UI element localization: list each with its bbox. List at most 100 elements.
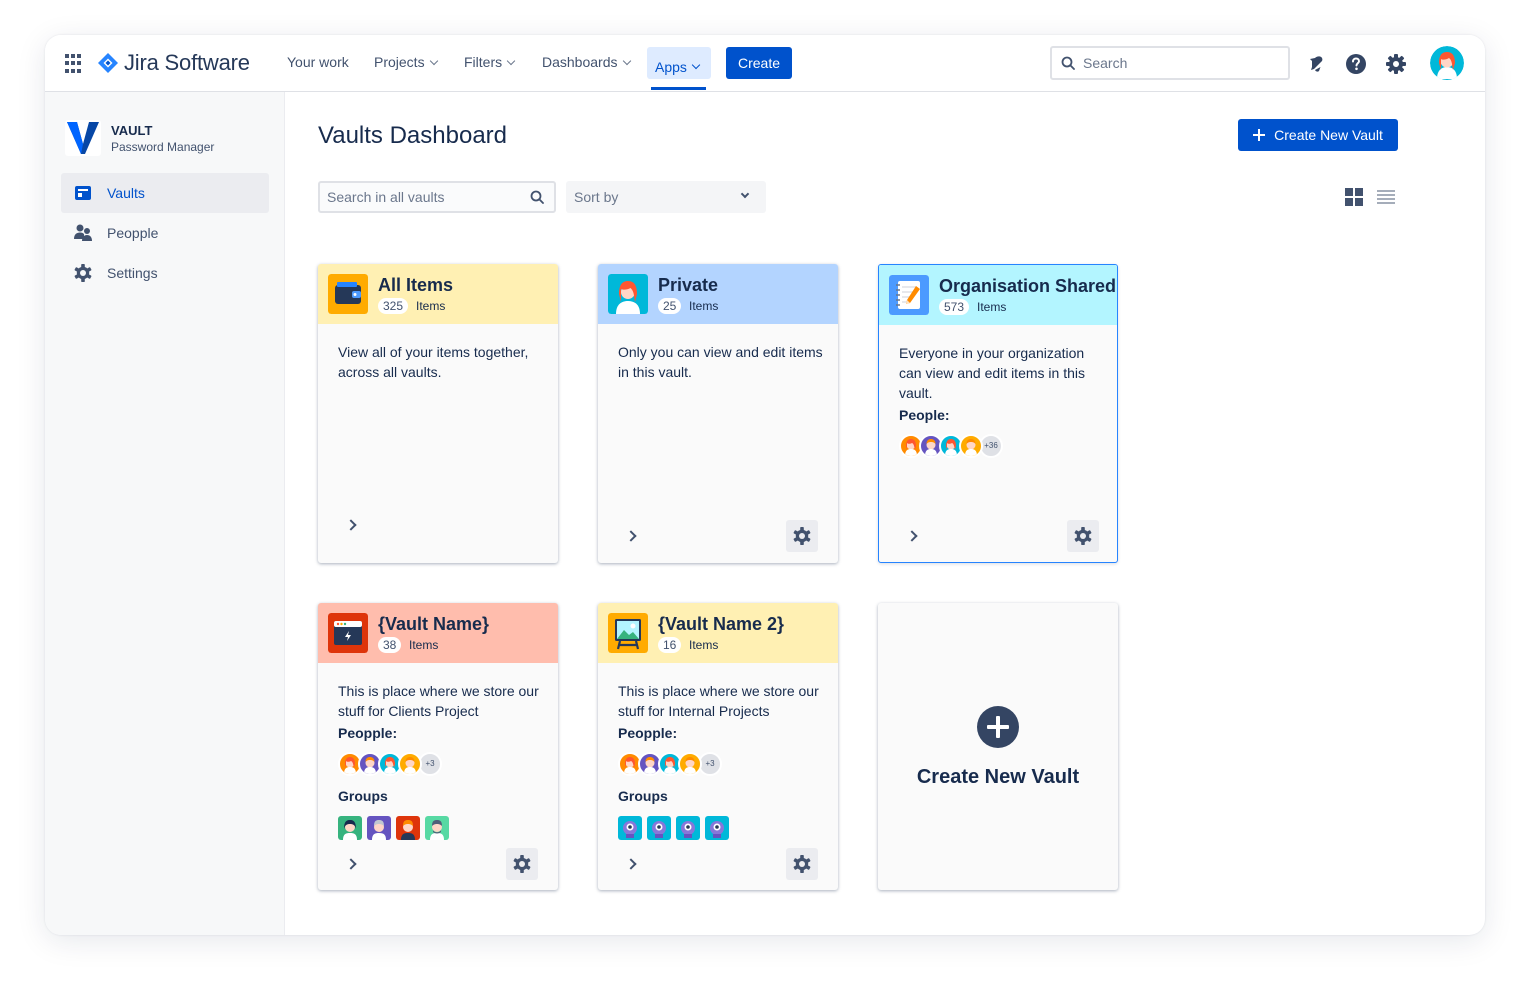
items-label: Items: [689, 638, 719, 652]
vault-search-input[interactable]: Search in all vaults: [318, 181, 556, 213]
item-count-badge: 573: [939, 299, 970, 315]
vault-settings-button[interactable]: [506, 848, 538, 880]
help-icon[interactable]: [1345, 53, 1367, 75]
create-new-vault-button[interactable]: Create New Vault: [1238, 119, 1398, 151]
card-description: This is place where we store our stuff f…: [618, 683, 819, 719]
gear-icon: [793, 855, 811, 873]
app-window: Jira Software Your work Projects Filters…: [45, 35, 1485, 935]
nav-your-work[interactable]: Your work: [287, 54, 349, 70]
card-title: Organisation Shared: [939, 276, 1117, 296]
chevron-down-icon: [691, 60, 701, 70]
user-avatar[interactable]: [1430, 46, 1464, 80]
app-title: VAULT: [111, 123, 153, 138]
grid-view-icon[interactable]: [1345, 188, 1363, 206]
create-button[interactable]: Create: [726, 47, 792, 79]
chevron-down-icon: [429, 56, 438, 65]
card-title: All Items: [378, 275, 454, 295]
jira-diamond-icon: [98, 53, 118, 73]
active-tab-indicator: [651, 87, 706, 90]
nav-apps[interactable]: Apps: [647, 47, 711, 79]
person-avatar: [959, 434, 983, 458]
card-description: Everyone in your organization can view a…: [899, 345, 1085, 401]
product-name: Jira Software: [124, 50, 250, 75]
item-count-badge: 325: [378, 298, 409, 314]
chevron-down-icon: [506, 56, 516, 65]
vault-settings-button[interactable]: [786, 520, 818, 552]
nav-dashboards[interactable]: Dashboards: [542, 54, 631, 70]
people-label: Peopple:: [338, 725, 398, 741]
gear-icon: [793, 527, 811, 545]
items-label: Items: [977, 300, 1007, 314]
browser-window-icon: [328, 613, 368, 653]
wallet-icon: [328, 274, 368, 314]
groups-label: Groups: [618, 788, 668, 804]
vault-card-private[interactable]: Private 25 Items Only you can view and e…: [598, 264, 838, 563]
nav-filters[interactable]: Filters: [464, 54, 516, 70]
search-icon: [530, 190, 544, 204]
sidebar-item-people[interactable]: Peopple: [61, 213, 269, 253]
plus-icon: [1253, 129, 1266, 141]
notepad-icon: [889, 275, 929, 315]
item-count-badge: 38: [378, 637, 402, 653]
chevron-right-icon[interactable]: [345, 858, 357, 870]
vault-card-organisation-shared[interactable]: Organisation Shared 573 Items Everyone i…: [878, 264, 1118, 563]
add-circle-icon: [977, 706, 1019, 748]
people-avatars[interactable]: +3: [338, 752, 442, 776]
search-icon: [1061, 56, 1075, 70]
create-new-vault-label: Create New Vault: [916, 766, 1080, 788]
person-avatar: [678, 752, 702, 776]
group-icons[interactable]: [338, 816, 449, 840]
people-avatars[interactable]: +36: [899, 434, 1003, 458]
gear-icon: [513, 855, 531, 873]
groups-label: Groups: [338, 788, 388, 804]
card-description: Only you can view and edit items in this…: [618, 344, 823, 380]
avatar-icon: [608, 274, 648, 314]
notifications-icon[interactable]: [1306, 53, 1328, 75]
vault-card-vault-name[interactable]: {Vault Name} 38 Items This is place wher…: [318, 603, 558, 890]
card-title: Private: [658, 275, 719, 295]
app-switcher-icon[interactable]: [65, 54, 85, 74]
sort-by-select[interactable]: Sort by: [566, 181, 766, 213]
vault-settings-button[interactable]: [786, 848, 818, 880]
items-label: Items: [689, 299, 719, 313]
robot-group-icon: [618, 816, 642, 840]
group-avatar: [338, 816, 362, 840]
person-avatar: [398, 752, 422, 776]
people-label: Peopple:: [618, 725, 678, 741]
chevron-right-icon[interactable]: [906, 530, 918, 542]
vault-card-all-items[interactable]: All Items 325 Items View all of your ite…: [318, 264, 558, 563]
card-title: {Vault Name}: [378, 614, 490, 634]
chevron-down-icon: [740, 189, 750, 199]
chevron-right-icon[interactable]: [625, 530, 637, 542]
card-title: {Vault Name 2}: [658, 614, 785, 634]
list-view-icon[interactable]: [1377, 190, 1395, 204]
top-navigation: Jira Software Your work Projects Filters…: [45, 35, 1485, 92]
group-avatar: [367, 816, 391, 840]
card-description: View all of your items together, across …: [338, 344, 529, 380]
chevron-down-icon: [622, 56, 631, 65]
settings-gear-icon[interactable]: [1385, 53, 1407, 75]
page-title: Vaults Dashboard: [318, 122, 507, 149]
gear-icon: [1074, 527, 1092, 545]
group-avatar: [396, 816, 420, 840]
product-logo[interactable]: Jira Software: [97, 50, 250, 76]
sidebar-item-settings[interactable]: Settings: [61, 253, 269, 293]
card-description: This is place where we store our stuff f…: [338, 683, 539, 719]
item-count-badge: 16: [658, 637, 682, 653]
robot-group-icon: [676, 816, 700, 840]
group-icons[interactable]: [618, 816, 729, 840]
global-search-input[interactable]: Search: [1050, 46, 1290, 80]
vault-card-vault-name-2[interactable]: {Vault Name 2} 16 Items This is place wh…: [598, 603, 838, 890]
items-label: Items: [416, 299, 446, 313]
group-avatar: [425, 816, 449, 840]
vault-settings-button[interactable]: [1067, 520, 1099, 552]
nav-projects[interactable]: Projects: [374, 54, 438, 70]
sidebar-item-vaults[interactable]: Vaults: [61, 173, 269, 213]
people-icon: [74, 224, 92, 241]
item-count-badge: 25: [658, 298, 682, 314]
people-avatars[interactable]: +3: [618, 752, 722, 776]
create-new-vault-card[interactable]: Create New Vault: [878, 603, 1118, 890]
people-label: People:: [899, 407, 950, 423]
chevron-right-icon[interactable]: [345, 519, 357, 531]
chevron-right-icon[interactable]: [625, 858, 637, 870]
